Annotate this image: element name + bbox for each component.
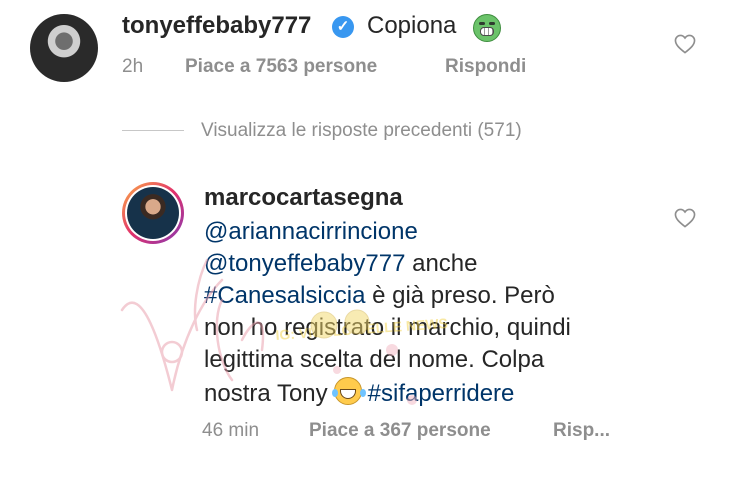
comment-reply-button[interactable]: Rispondi [445,56,526,78]
comment-text: Copiona [367,12,457,39]
replies-divider [122,130,184,131]
like-heart-icon[interactable] [674,208,696,228]
like-heart-icon[interactable] [674,34,696,54]
hashtag-canesalsiccia[interactable]: #Canesalsiccia [204,282,365,309]
nauseated-face-emoji-icon [473,14,501,42]
reply-text-segment: è già preso. Però [365,282,555,309]
avatar-marcocartasegna[interactable] [122,182,184,244]
reply-line-1: @ariannacirrincione [204,218,418,246]
reply-text-segment: anche [405,250,478,277]
reply-line-4: non ho registrato il marchio, quindi [204,314,571,341]
reply-line-6: nostra Tony #sifaperridere [204,377,514,408]
hashtag-sifaperridere[interactable]: #sifaperridere [368,380,515,407]
reply-reply-button[interactable]: Risp... [553,420,610,442]
avatar-tonyeffebaby777[interactable] [30,14,98,82]
reply-line-2: @tonyeffebaby777 anche [204,250,477,278]
reply-line-5: legittima scelta del nome. Colpa [204,346,545,373]
comment-time: 2h [122,56,144,77]
mention-ariannacirrincione[interactable]: @ariannacirrincione [204,218,418,245]
reply-time: 46 min [202,420,260,441]
reply-line-3: #Canesalsiccia è già preso. Però [204,282,555,310]
reply-likes-link[interactable]: Piace a 367 persone [309,420,491,442]
comment-likes-link[interactable]: Piace a 7563 persone [185,56,377,78]
reply-username[interactable]: marcocartasegna [204,184,403,212]
mention-tonyeffebaby777[interactable]: @tonyeffebaby777 [204,250,405,277]
tears-of-joy-emoji-icon [331,377,362,405]
comment-username[interactable]: tonyeffebaby777 [122,12,311,40]
view-previous-replies-link[interactable]: Visualizza le risposte precedenti (571) [201,120,522,142]
verified-badge-icon: ✓ [332,16,354,38]
reply-text-segment: nostra Tony [204,380,328,407]
